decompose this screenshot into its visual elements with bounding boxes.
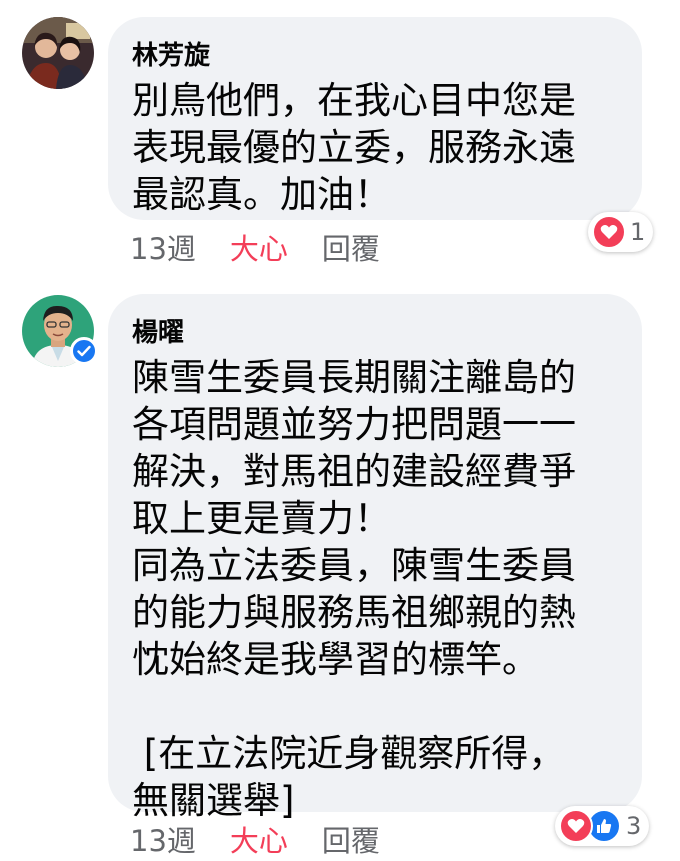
- comment-text-line: 表現最優的立委，服務永遠: [132, 126, 576, 169]
- avatar[interactable]: [22, 295, 98, 367]
- comment-text-line: 同為立法委員，陳雪生委員: [132, 544, 576, 587]
- reaction-count: 3: [626, 812, 642, 840]
- reply-button[interactable]: 回覆: [322, 818, 380, 860]
- comment-bubble: 林芳旋 別鳥他們，在我心目中您是 表現最優的立委，服務永遠 最認真。加油！: [108, 17, 642, 220]
- reaction-summary[interactable]: 1: [588, 212, 654, 252]
- reaction-count: 1: [630, 218, 646, 246]
- heart-icon: [592, 215, 626, 249]
- comment-text-line: 最認真。加油！: [132, 173, 391, 216]
- avatar[interactable]: [22, 17, 94, 89]
- comment-bubble: 楊曜 陳雪生委員長期關注離島的 各項問題並努力把問題一一 解決，對馬祖的建設經費…: [108, 294, 642, 822]
- comment-text-line: 陳雪生委員長期關注離島的: [132, 356, 576, 399]
- reaction-button[interactable]: 大心: [230, 226, 288, 268]
- reply-button[interactable]: 回覆: [322, 226, 380, 268]
- comment-actions: 13週 大心 回覆: [130, 226, 380, 268]
- comment-actions: 13週 大心 回覆: [130, 818, 380, 860]
- comment-text-line: [在立法院近身觀察所得，: [132, 732, 566, 775]
- comment-author[interactable]: 林芳旋: [132, 39, 618, 73]
- comment-text-line: 取上更是賣力！: [132, 497, 391, 540]
- comment-text-line: 忱始終是我學習的標竿。: [132, 638, 539, 681]
- avatar-photo: [22, 17, 94, 89]
- comment-text-line: 的能力與服務馬祖鄉親的熱: [132, 591, 576, 634]
- comment-text-line: [132, 683, 618, 730]
- comment-text-line: 解決，對馬祖的建設經費爭: [132, 450, 576, 493]
- reaction-button[interactable]: 大心: [230, 818, 288, 860]
- comment-text-line: 別鳥他們，在我心目中您是: [132, 79, 576, 122]
- comment-text-line: 無關選舉]: [132, 779, 295, 822]
- reaction-summary[interactable]: 3: [555, 806, 650, 846]
- heart-icon: [559, 809, 593, 843]
- comment-author[interactable]: 楊曜: [132, 316, 618, 350]
- comment-timestamp[interactable]: 13週: [130, 818, 196, 860]
- comment-timestamp[interactable]: 13週: [130, 226, 196, 268]
- verified-badge-icon: [70, 337, 98, 365]
- comment-text-line: 各項問題並努力把問題一一: [132, 403, 576, 446]
